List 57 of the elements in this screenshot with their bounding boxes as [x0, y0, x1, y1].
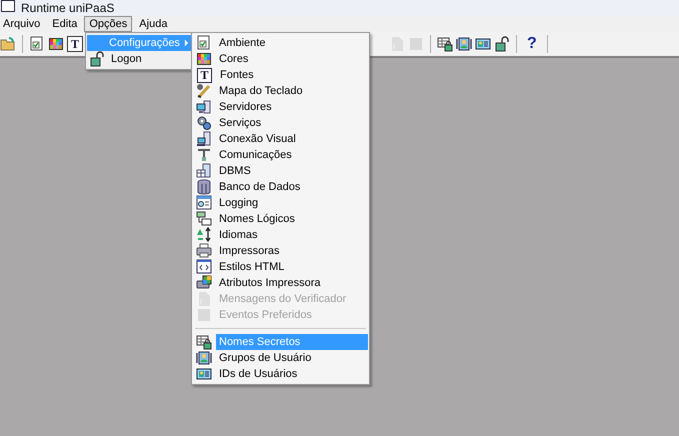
menu-item[interactable]: Servidores: [216, 99, 368, 115]
help-button[interactable]: ?: [523, 35, 541, 53]
menu-item[interactable]: Logon: [87, 51, 192, 67]
color-grid-icon[interactable]: [48, 36, 64, 52]
menu-item[interactable]: Idiomas: [216, 227, 368, 243]
computer-icon: [196, 99, 212, 115]
checklist-window-icon[interactable]: [29, 36, 45, 52]
folder-refresh-icon[interactable]: [0, 36, 16, 52]
grid-lock-icon: [196, 334, 212, 350]
menu-item[interactable]: IDs de Usuários: [216, 366, 368, 382]
menu-item[interactable]: Mapa do Teclado: [216, 83, 368, 99]
menu-item[interactable]: Banco de Dados: [216, 179, 368, 195]
menu-item[interactable]: Estilos HTML: [216, 259, 368, 275]
menu-item[interactable]: Nomes Lógicos: [216, 211, 368, 227]
id-card-icon: [196, 366, 212, 382]
menu-item[interactable]: Ajuda: [134, 16, 172, 32]
menu-item[interactable]: Logging: [216, 195, 368, 211]
printer-palette-icon: [196, 275, 212, 291]
font-button[interactable]: T: [67, 36, 83, 52]
menu-item[interactable]: Arquivo: [0, 16, 46, 32]
menu-label: Logon: [111, 53, 143, 65]
checklist-window-icon: [196, 35, 212, 51]
menu-item[interactable]: Atributos Impressora: [216, 275, 368, 291]
window-icon: [1, 0, 15, 12]
list-tree-icon: [196, 211, 212, 227]
menu-item[interactable]: Conexão Visual: [216, 131, 368, 147]
menu-item[interactable]: Impressoras: [216, 243, 368, 259]
user-group-icon: [196, 350, 212, 366]
menu-item[interactable]: Ambiente: [216, 35, 368, 51]
database-icon: [196, 179, 212, 195]
menu-item[interactable]: Serviços: [216, 115, 368, 131]
menu-item[interactable]: Fontes: [217, 67, 368, 83]
id-card-icon[interactable]: [475, 36, 491, 52]
menu-item[interactable]: Opções: [84, 16, 132, 32]
padlock-icon[interactable]: [494, 36, 510, 52]
menu-item[interactable]: Edita: [47, 16, 82, 32]
computer-link-icon: [196, 131, 212, 147]
menu-item[interactable]: DBMS: [216, 163, 368, 179]
printer-icon: [196, 243, 212, 259]
menu-label: Configurações: [109, 37, 181, 49]
antenna-icon: [196, 147, 212, 163]
key-pen-icon: [196, 83, 212, 99]
document-search-icon: [196, 195, 212, 211]
sort-arrows-icon: [196, 227, 212, 243]
database-table-icon: [196, 163, 212, 179]
user-group-icon[interactable]: [456, 36, 472, 52]
gears-icon: [196, 115, 212, 131]
menu-item[interactable]: Grupos de Usuário: [216, 350, 368, 366]
menu-item[interactable]: Cores: [216, 51, 368, 67]
grid-lock-icon[interactable]: [437, 36, 453, 52]
code-window-icon: [196, 259, 212, 275]
menu-item[interactable]: Comunicações: [216, 147, 368, 163]
padlock-icon: [89, 51, 105, 67]
color-grid-icon: [196, 51, 212, 67]
window-title: Runtime uniPaaS: [21, 1, 114, 15]
square-icon: [196, 307, 212, 323]
font-icon: T: [197, 68, 212, 82]
